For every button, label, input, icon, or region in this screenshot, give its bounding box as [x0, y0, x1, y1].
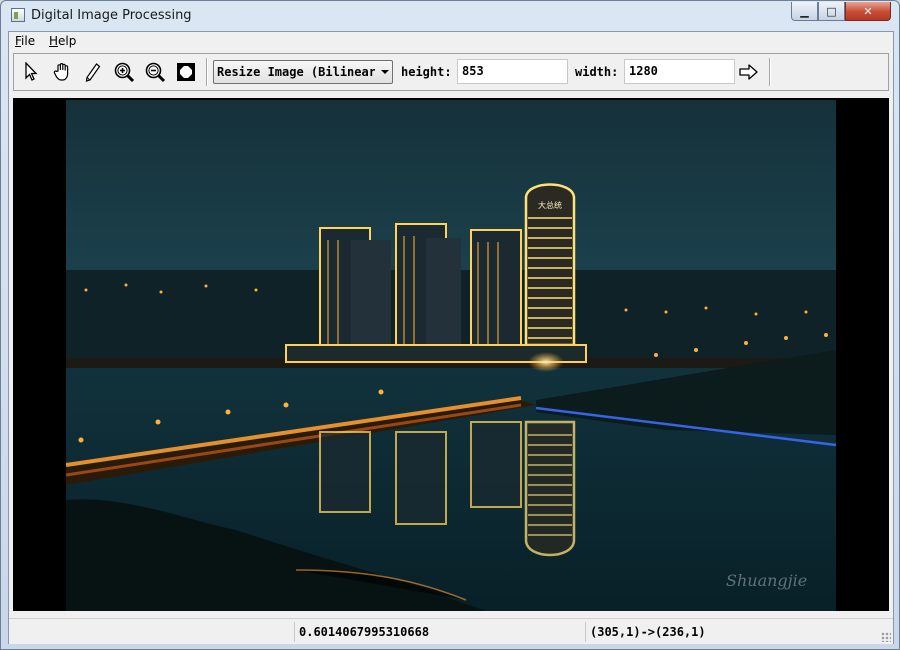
menu-bar: File Help: [9, 32, 893, 51]
pointer-icon: [25, 62, 38, 81]
apply-button[interactable]: [737, 60, 761, 84]
title-bar[interactable]: Digital Image Processing ▁ □ ✕: [1, 1, 899, 31]
menu-help-label: elp: [58, 34, 77, 48]
window-title: Digital Image Processing: [31, 8, 192, 23]
fit-screen-icon: [177, 63, 195, 81]
chevron-down-icon: [381, 70, 389, 74]
height-input[interactable]: 853: [457, 59, 568, 84]
zoom-in-button[interactable]: [112, 60, 136, 84]
status-coordinate-mapping: (305,1)->(236,1): [585, 622, 885, 642]
app-window: Digital Image Processing ▁ □ ✕ File Help: [0, 0, 900, 650]
toolbar-separator: [206, 58, 207, 86]
image-viewport[interactable]: 大总统 Shuangjie: [13, 98, 889, 611]
night-cityscape-image: 大总统 Shuangjie: [66, 100, 836, 611]
tower-sign: 大总统: [538, 200, 562, 210]
pencil-icon: [85, 63, 101, 82]
zoom-out-icon: [145, 62, 166, 83]
hand-icon: [53, 63, 69, 81]
zoom-in-icon: [114, 62, 135, 83]
height-label: height:: [401, 65, 452, 79]
fit-to-window-button[interactable]: [174, 60, 198, 84]
pointer-tool-button[interactable]: [19, 60, 43, 84]
app-icon: [11, 8, 25, 22]
operation-select[interactable]: Resize Image (Bilinear): [213, 60, 393, 84]
client-area: File Help Resize Image (Bilinear) height…: [8, 31, 894, 644]
image-watermark: Shuangjie: [726, 571, 807, 590]
status-bar: 0.6014067995310668 (305,1)->(236,1): [9, 618, 893, 644]
maximize-button[interactable]: □: [818, 2, 845, 21]
draw-tool-button[interactable]: [81, 60, 105, 84]
width-label: width:: [575, 65, 619, 79]
menu-file-label: ile: [21, 34, 36, 48]
menu-help[interactable]: Help: [49, 34, 76, 48]
zoom-out-button[interactable]: [143, 60, 167, 84]
minimize-button[interactable]: ▁: [791, 2, 818, 21]
pan-tool-button[interactable]: [50, 60, 74, 84]
toolbar-separator-end: [769, 58, 770, 86]
toolbar: Resize Image (Bilinear) height: 853 widt…: [13, 53, 889, 91]
displayed-image: 大总统 Shuangjie: [66, 100, 836, 611]
menu-help-mnemonic: H: [49, 34, 59, 48]
arrow-right-icon: [739, 64, 758, 80]
resize-grip-icon[interactable]: [881, 632, 891, 642]
operation-select-value: Resize Image (Bilinear): [217, 65, 375, 79]
menu-file[interactable]: File: [15, 34, 35, 48]
status-scale-value: 0.6014067995310668: [294, 622, 584, 642]
close-button[interactable]: ✕: [845, 2, 891, 21]
width-input[interactable]: 1280: [624, 59, 735, 84]
